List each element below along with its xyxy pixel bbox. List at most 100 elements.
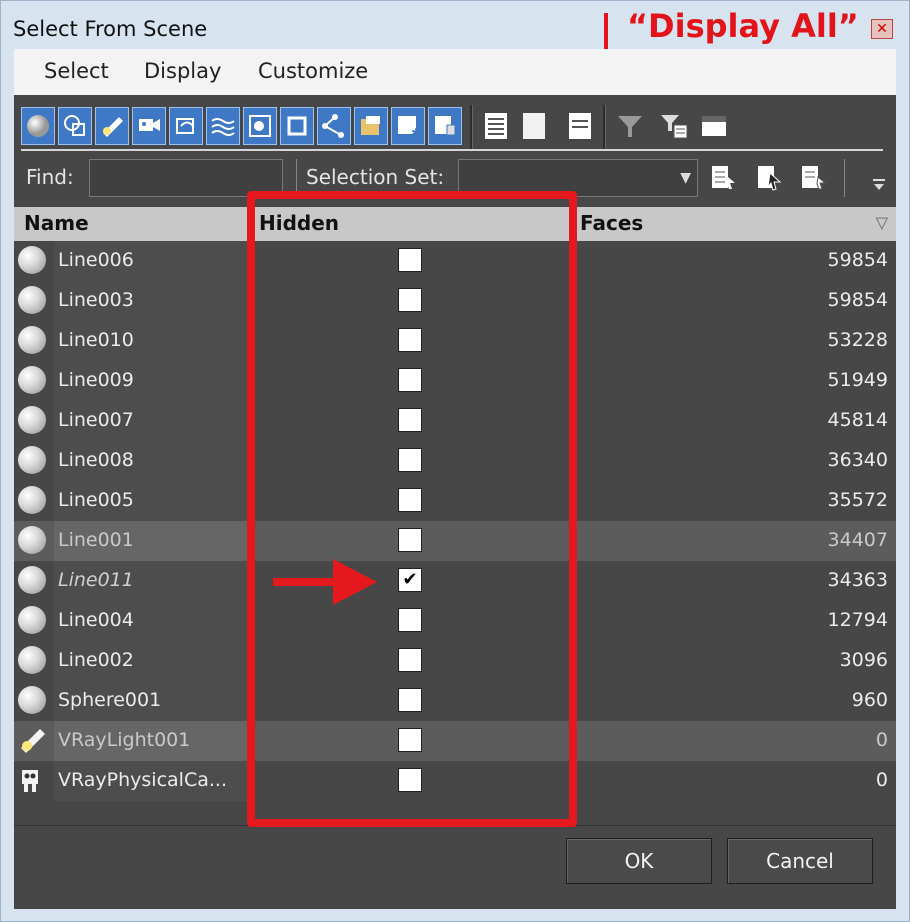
faces-count: 3096 bbox=[839, 649, 888, 671]
geometry-sphere-icon bbox=[18, 286, 48, 316]
object-name: Line006 bbox=[58, 249, 134, 271]
faces-count: 36340 bbox=[827, 449, 888, 471]
object-name: Line010 bbox=[58, 329, 134, 351]
select-set-button[interactable] bbox=[754, 161, 784, 195]
display-geometry-button[interactable] bbox=[21, 107, 55, 145]
groups-icon bbox=[249, 115, 271, 137]
ok-button[interactable]: OK bbox=[566, 838, 712, 884]
display-spacewarps-button[interactable] bbox=[206, 107, 240, 145]
list-all-icon bbox=[485, 113, 507, 139]
display-all-button[interactable] bbox=[479, 107, 513, 145]
selection-set-label: Selection Set: bbox=[306, 165, 445, 189]
select-from-scene-dialog: Select From Scene “Display All” ✕ Select… bbox=[0, 0, 910, 922]
display-objects-button[interactable] bbox=[428, 107, 462, 145]
helpers-icon bbox=[176, 118, 194, 134]
object-name: Line003 bbox=[58, 289, 134, 311]
filter-options-icon bbox=[661, 115, 688, 139]
display-bones-button[interactable] bbox=[317, 107, 351, 145]
selection-set-create-icon bbox=[712, 166, 735, 189]
column-header-faces[interactable]: Faces bbox=[580, 211, 643, 235]
geometry-sphere-icon bbox=[18, 366, 48, 396]
object-name: Line011 bbox=[58, 569, 134, 591]
chevron-down-icon: ▼ bbox=[680, 170, 691, 186]
menu-select[interactable]: Select bbox=[44, 59, 109, 83]
geometry-sphere-icon bbox=[18, 486, 48, 516]
faces-count: 0 bbox=[875, 769, 888, 791]
faces-count: 59854 bbox=[827, 289, 888, 311]
faces-count: 53228 bbox=[827, 329, 888, 351]
display-lights-button[interactable] bbox=[95, 107, 129, 145]
close-button[interactable]: ✕ bbox=[871, 19, 893, 39]
light-icon bbox=[103, 117, 123, 137]
faces-count: 35572 bbox=[827, 489, 888, 511]
remove-set-button[interactable] bbox=[798, 161, 828, 195]
faces-count: 960 bbox=[851, 689, 888, 711]
faces-count: 59854 bbox=[827, 249, 888, 271]
object-name: Line004 bbox=[58, 609, 134, 631]
menu-display[interactable]: Display bbox=[144, 59, 221, 83]
display-frozen-button[interactable]: ✱ bbox=[391, 107, 425, 145]
object-name: Line002 bbox=[58, 649, 134, 671]
geometry-sphere-icon bbox=[18, 446, 48, 476]
faces-count: 34363 bbox=[827, 569, 888, 591]
display-filter-toolbar: ✱ bbox=[21, 105, 887, 151]
list-invert-icon bbox=[569, 113, 591, 139]
filter-funnel-icon bbox=[618, 116, 642, 137]
find-label: Find: bbox=[26, 165, 74, 189]
options-menu-button[interactable] bbox=[864, 167, 894, 201]
toolbar-separator bbox=[603, 105, 606, 149]
geometry-sphere-icon bbox=[18, 246, 48, 276]
window-title: Select From Scene bbox=[13, 17, 208, 41]
objects-icon bbox=[435, 116, 456, 136]
geometry-sphere-icon bbox=[18, 406, 48, 436]
list-none-icon bbox=[523, 113, 545, 139]
annotation-display-all: “Display All” bbox=[627, 7, 859, 45]
faces-count: 12794 bbox=[827, 609, 888, 631]
menu-customize[interactable]: Customize bbox=[258, 59, 368, 83]
filter-options-button[interactable] bbox=[657, 107, 691, 145]
display-invert-button[interactable] bbox=[563, 107, 597, 145]
create-selection-set-button[interactable] bbox=[708, 161, 738, 195]
columns-icon bbox=[702, 116, 726, 136]
column-header-name[interactable]: Name bbox=[24, 211, 89, 235]
annotation-arrow-right-icon bbox=[273, 559, 377, 605]
columns-button[interactable] bbox=[697, 107, 731, 145]
display-xrefs-button[interactable] bbox=[280, 107, 314, 145]
filter-button[interactable] bbox=[613, 107, 647, 145]
display-none-button[interactable] bbox=[517, 107, 551, 145]
toolbar-separator bbox=[470, 105, 473, 149]
cancel-button[interactable]: Cancel bbox=[727, 838, 873, 884]
bones-icon bbox=[322, 114, 344, 138]
display-containers-button[interactable] bbox=[354, 107, 388, 145]
svg-text:✱: ✱ bbox=[411, 126, 421, 139]
light-icon bbox=[18, 726, 48, 756]
title-bar: Select From Scene “Display All” ✕ bbox=[1, 1, 909, 79]
frozen-icon: ✱ bbox=[398, 116, 421, 139]
container-icon bbox=[361, 116, 380, 135]
object-name: Line008 bbox=[58, 449, 134, 471]
faces-count: 51949 bbox=[827, 369, 888, 391]
selection-set-select-icon bbox=[758, 166, 782, 191]
selection-set-remove-icon bbox=[802, 166, 826, 190]
faces-count: 45814 bbox=[827, 409, 888, 431]
display-shapes-button[interactable] bbox=[58, 107, 92, 145]
sort-descending-icon[interactable]: ▽ bbox=[876, 213, 888, 232]
object-name: Line001 bbox=[58, 529, 134, 551]
geometry-sphere-icon bbox=[18, 326, 48, 356]
object-name: VRayLight001 bbox=[58, 729, 191, 751]
display-cameras-button[interactable] bbox=[132, 107, 166, 145]
faces-count: 34407 bbox=[827, 529, 888, 551]
object-name: Line005 bbox=[58, 489, 134, 511]
geometry-sphere-icon bbox=[18, 606, 48, 636]
geometry-sphere-icon bbox=[18, 526, 48, 556]
object-name: Sphere001 bbox=[58, 689, 162, 711]
display-helpers-button[interactable] bbox=[169, 107, 203, 145]
display-groups-button[interactable] bbox=[243, 107, 277, 145]
spacewarps-icon bbox=[211, 118, 235, 136]
annotation-highlight-box bbox=[247, 191, 577, 827]
geometry-sphere-icon bbox=[18, 566, 48, 596]
divider bbox=[844, 159, 845, 197]
object-name: VRayPhysicalCa... bbox=[58, 769, 227, 791]
camera-icon bbox=[18, 766, 48, 796]
toolbar-divider bbox=[21, 149, 883, 151]
